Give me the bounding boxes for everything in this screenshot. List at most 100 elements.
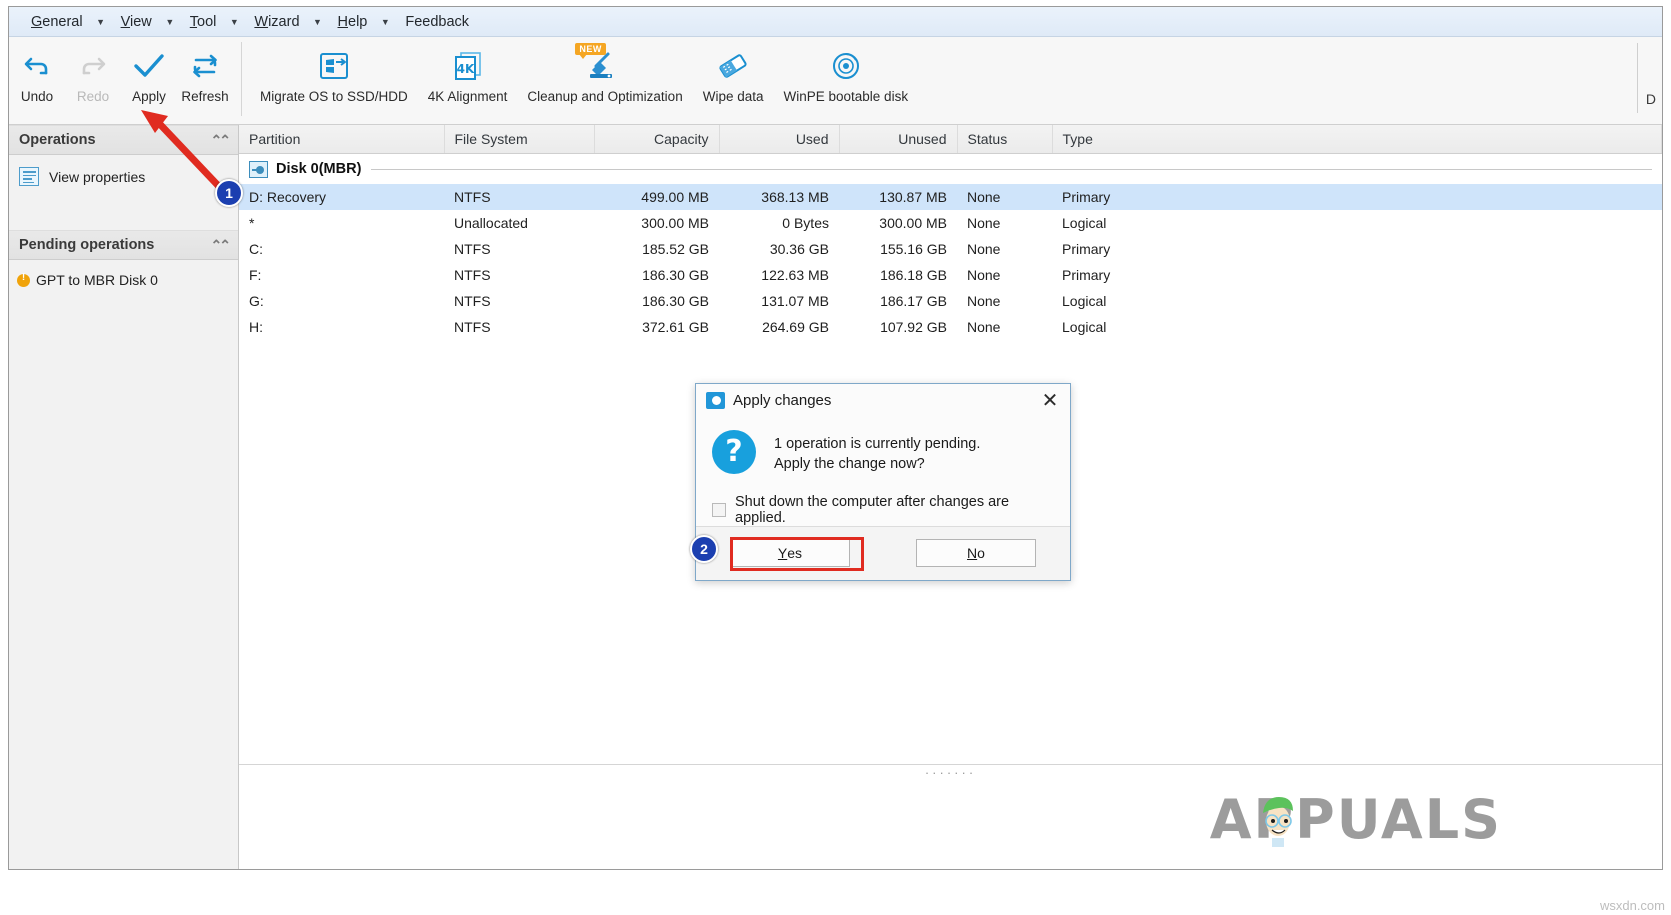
cell-type: Primary <box>1052 236 1662 262</box>
menu-tool-caret-icon[interactable]: ▼ <box>224 17 244 27</box>
dialog-message-row: ? 1 operation is currently pending. Appl… <box>712 430 1054 474</box>
cell-used: 264.69 GB <box>719 314 839 340</box>
watermark-text: APPUALS <box>1210 788 1502 851</box>
annotation-marker-2: 2 <box>690 535 718 563</box>
redo-button: Redo <box>65 37 121 119</box>
cell-used: 30.36 GB <box>719 236 839 262</box>
toolbar: Undo Redo Apply <box>9 37 1662 125</box>
collapse-chevron-icon[interactable]: ⌃⌃ <box>211 132 228 149</box>
cell-used: 122.63 MB <box>719 262 839 288</box>
list-item[interactable]: GPT to MBR Disk 0 <box>9 266 238 292</box>
splitter-handle[interactable]: ······· <box>239 765 1662 781</box>
redo-icon <box>78 45 108 87</box>
partition-manager-window: General ▼ View ▼ Tool ▼ Wizard ▼ Help ▼ … <box>8 6 1663 870</box>
no-button[interactable]: No <box>916 539 1036 567</box>
cleanup-button[interactable]: NEW Cleanup and Optimization <box>517 37 692 119</box>
col-status[interactable]: Status <box>957 125 1052 154</box>
disk-icon <box>249 161 268 178</box>
cell-status: None <box>957 288 1052 314</box>
menu-general[interactable]: General <box>25 12 89 32</box>
redo-label: Redo <box>77 89 109 104</box>
check-icon <box>132 45 166 87</box>
menu-help[interactable]: Help <box>332 12 374 32</box>
menu-tool[interactable]: Tool <box>184 12 223 32</box>
migrate-os-label: Migrate OS to SSD/HDD <box>260 89 408 104</box>
apply-button[interactable]: Apply <box>121 37 177 119</box>
cell-unused: 130.87 MB <box>839 184 957 210</box>
col-file-system[interactable]: File System <box>444 125 594 154</box>
shutdown-checkbox[interactable] <box>712 503 726 517</box>
pending-operations-header-label: Pending operations <box>19 237 154 253</box>
dialog-button-bar: Yes No <box>696 526 1070 580</box>
alignment-label: 4K Alignment <box>428 89 508 104</box>
cell-status: None <box>957 262 1052 288</box>
undo-button[interactable]: Undo <box>9 37 65 119</box>
cell-fs: NTFS <box>444 236 594 262</box>
menu-help-caret-icon[interactable]: ▼ <box>375 17 395 27</box>
table-row[interactable]: F: NTFS 186.30 GB 122.63 MB 186.18 GB No… <box>239 262 1662 288</box>
appuals-watermark: APPUALS <box>1210 788 1502 851</box>
cell-fs: NTFS <box>444 262 594 288</box>
alignment-button[interactable]: 4K 4K Alignment <box>418 37 518 119</box>
cell-partition: C: <box>239 236 444 262</box>
table-row[interactable]: D: Recovery NTFS 499.00 MB 368.13 MB 130… <box>239 184 1662 210</box>
menu-view-caret-icon[interactable]: ▼ <box>160 17 180 27</box>
toolbar-group-edit: Undo Redo Apply <box>9 37 233 124</box>
question-icon: ? <box>712 430 756 474</box>
operations-header[interactable]: Operations ⌃⌃ <box>9 125 238 155</box>
apply-changes-dialog: Apply changes ✕ ? 1 operation is current… <box>695 383 1071 581</box>
menu-general-caret-icon[interactable]: ▼ <box>91 17 111 27</box>
cell-used: 0 Bytes <box>719 210 839 236</box>
new-badge: NEW <box>575 43 606 55</box>
disk-group-row[interactable]: Disk 0(MBR) <box>239 154 1662 185</box>
wipe-data-button[interactable]: Wipe data <box>693 37 774 119</box>
winpe-button[interactable]: WinPE bootable disk <box>774 37 919 119</box>
menu-wizard-caret-icon[interactable]: ▼ <box>308 17 328 27</box>
shutdown-checkbox-row[interactable]: Shut down the computer after changes are… <box>712 494 1054 526</box>
table-row[interactable]: H: NTFS 372.61 GB 264.69 GB 107.92 GB No… <box>239 314 1662 340</box>
cell-status: None <box>957 236 1052 262</box>
disk-group-rule <box>371 169 1651 170</box>
properties-icon <box>19 167 39 186</box>
col-used[interactable]: Used <box>719 125 839 154</box>
cell-capacity: 300.00 MB <box>594 210 719 236</box>
dialog-title-bar: Apply changes ✕ <box>696 384 1070 418</box>
toolbar-group-tools: Migrate OS to SSD/HDD 4K 4K Alignment <box>250 37 918 124</box>
menu-view[interactable]: View <box>115 12 158 32</box>
cell-type: Primary <box>1052 262 1662 288</box>
col-capacity[interactable]: Capacity <box>594 125 719 154</box>
table-row[interactable]: G: NTFS 186.30 GB 131.07 MB 186.17 GB No… <box>239 288 1662 314</box>
cleanup-label: Cleanup and Optimization <box>527 89 682 104</box>
pending-operations-header[interactable]: Pending operations ⌃⌃ <box>9 230 238 260</box>
toolbar-clipped-label: D <box>1646 91 1656 107</box>
close-icon[interactable]: ✕ <box>1036 388 1064 414</box>
sidebar-item-view-properties[interactable]: View properties <box>9 163 238 190</box>
collapse-chevron-icon-2[interactable]: ⌃⌃ <box>211 237 228 254</box>
refresh-button[interactable]: Refresh <box>177 37 233 119</box>
cell-unused: 155.16 GB <box>839 236 957 262</box>
col-unused[interactable]: Unused <box>839 125 957 154</box>
dialog-title: Apply changes <box>733 392 1036 409</box>
dialog-message: 1 operation is currently pending. Apply … <box>774 430 980 474</box>
cell-type: Primary <box>1052 184 1662 210</box>
apply-label: Apply <box>132 89 166 104</box>
svg-text:4K: 4K <box>456 62 474 76</box>
undo-label: Undo <box>21 89 53 104</box>
table-header-row: Partition File System Capacity Used Unus… <box>239 125 1662 154</box>
app-icon <box>706 392 725 409</box>
cell-used: 131.07 MB <box>719 288 839 314</box>
menu-feedback[interactable]: Feedback <box>399 12 475 32</box>
cell-capacity: 186.30 GB <box>594 262 719 288</box>
table-row[interactable]: C: NTFS 185.52 GB 30.36 GB 155.16 GB Non… <box>239 236 1662 262</box>
col-type[interactable]: Type <box>1052 125 1662 154</box>
col-partition[interactable]: Partition <box>239 125 444 154</box>
table-row[interactable]: * Unallocated 300.00 MB 0 Bytes 300.00 M… <box>239 210 1662 236</box>
mascot-icon <box>1256 791 1300 847</box>
menu-wizard[interactable]: Wizard <box>248 12 305 32</box>
toolbar-right-divider <box>1637 43 1638 113</box>
cell-capacity: 499.00 MB <box>594 184 719 210</box>
partition-table-body: Disk 0(MBR) D: Recovery NTFS 499.00 MB 3… <box>239 154 1662 341</box>
cell-fs: NTFS <box>444 314 594 340</box>
migrate-os-button[interactable]: Migrate OS to SSD/HDD <box>250 37 418 119</box>
annotation-marker-1: 1 <box>215 179 243 207</box>
